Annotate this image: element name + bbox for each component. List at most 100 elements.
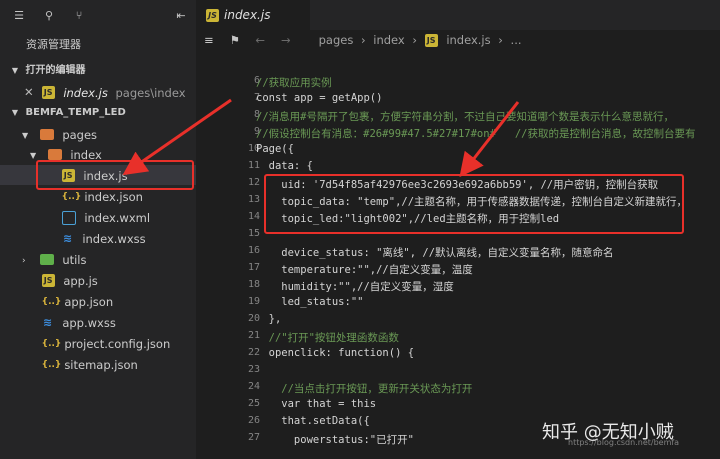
code-line: //获取应用实例 [256, 77, 332, 89]
code-line: const app = getApp() [256, 92, 383, 104]
json-file-icon: {..} [41, 359, 62, 370]
line-number: 11 [247, 160, 260, 171]
line-number: 21 [247, 330, 260, 341]
line-number: 10 [247, 143, 260, 154]
close-icon[interactable]: ✕ [24, 82, 38, 102]
tree-item-label: index.wxml [84, 210, 151, 225]
highlight-box-file [36, 160, 194, 190]
tree-item-label: app.js [63, 273, 98, 288]
chevron-right-icon: › [498, 33, 503, 47]
code-editor: JS index.js ≡ ⚑ ← → pages › index › JS i… [196, 0, 720, 459]
line-number: 9 [253, 126, 260, 137]
code-line: device_status: "离线", //默认离线，自定义变量名称，随意命名 [256, 247, 614, 259]
tree-item-project-config[interactable]: {..} project.config.json [0, 333, 196, 353]
wxss-file-icon: ≋ [63, 231, 73, 245]
code-line: //假设控制台有消息：#26#99#47.5#27#17#on# //获取的是控… [256, 128, 696, 140]
tree-item-label: app.json [64, 294, 114, 309]
code-line: //"打开"按钮处理函数函数 [256, 332, 399, 344]
chevron-right-icon: › [22, 256, 26, 266]
source-control-icon[interactable]: ⑂ [70, 6, 88, 24]
breadcrumb-more[interactable]: ... [511, 33, 522, 47]
code-line: openclick: function() { [256, 347, 415, 359]
tree-item-pages[interactable]: ▼ pages [0, 124, 196, 144]
json-file-icon: {..} [41, 338, 62, 349]
tab-label: index.js [224, 8, 271, 22]
line-number: 19 [247, 296, 260, 307]
folder-icon [39, 254, 54, 265]
tree-item-label: app.wxss [62, 315, 116, 330]
tree-item-label: utils [62, 252, 87, 267]
collapse-panel-icon[interactable]: ⇤ [172, 6, 190, 24]
sidebar-toolbar: ☰ ⚲ ⑂ [10, 6, 88, 24]
json-file-icon: {..} [41, 296, 62, 307]
line-number: 7 [253, 92, 260, 103]
forward-icon[interactable]: → [281, 30, 299, 50]
chevron-right-icon: › [361, 33, 366, 47]
folder-open-icon [47, 149, 62, 160]
code-line: data: { [256, 160, 313, 172]
breadcrumb-pages[interactable]: pages [319, 33, 354, 47]
breadcrumb: ≡ ⚑ ← → pages › index › JS index.js › ..… [196, 30, 720, 50]
line-number: 12 [247, 177, 260, 188]
open-editors-label: 打开的编辑器 [25, 65, 86, 76]
line-number: 6 [253, 75, 260, 86]
line-number: 8 [253, 109, 260, 120]
open-editor-path: pages\index [115, 85, 186, 100]
line-number: 13 [247, 194, 260, 205]
chevron-down-icon: ▼ [11, 108, 19, 117]
tree-item-sitemap[interactable]: {..} sitemap.json [0, 354, 196, 374]
tab-index-js[interactable]: JS index.js [196, 0, 310, 30]
tree-item-app-js[interactable]: JS app.js [0, 270, 196, 290]
wxml-file-icon [61, 210, 76, 225]
line-number: 23 [247, 364, 260, 375]
tree-item-utils[interactable]: › utils [0, 249, 196, 269]
tree-item-label: pages [62, 127, 98, 142]
line-number: 26 [247, 415, 260, 426]
breadcrumb-file[interactable]: index.js [446, 33, 490, 47]
line-number: 22 [247, 347, 260, 358]
code-line: var that = this [256, 398, 377, 410]
code-line: led_status:"" [256, 296, 364, 308]
line-number: 17 [247, 262, 260, 273]
open-editor-item[interactable]: ✕ JS index.js pages\index [0, 82, 196, 102]
breadcrumb-index[interactable]: index [373, 33, 404, 47]
wxss-file-icon: ≋ [43, 315, 53, 329]
code-line: that.setData({ [256, 415, 370, 427]
tree-item-label: index.wxss [82, 231, 146, 246]
open-editors-section[interactable]: ▼ 打开的编辑器 [0, 62, 196, 80]
chevron-right-icon: › [412, 33, 417, 47]
tree-item-label: project.config.json [64, 336, 171, 351]
line-number: 15 [247, 228, 260, 239]
project-section[interactable]: ▼ BEMFA_TEMP_LED [0, 104, 196, 122]
js-file-icon: JS [206, 8, 219, 22]
code-line: //消息用#号隔开了包裹，方便字符串分割，不过自己要知道哪个数是表示什么意思就行… [256, 111, 674, 123]
code-line: }, [256, 313, 282, 325]
highlight-box-code [264, 174, 684, 234]
tree-item-index-wxml[interactable]: index.wxml [0, 207, 196, 227]
explorer-title: 资源管理器 [26, 38, 81, 51]
line-number: 16 [247, 245, 260, 256]
open-editor-name: index.js [63, 85, 108, 100]
chevron-down-icon: ▼ [11, 66, 19, 75]
tree-item-app-wxss[interactable]: ≋ app.wxss [0, 312, 196, 332]
back-icon[interactable]: ← [255, 30, 273, 50]
code-line: humidity:"",//自定义变量，湿度 [256, 281, 454, 293]
tree-item-label: sitemap.json [64, 357, 138, 372]
line-number: 24 [247, 381, 260, 392]
search-icon[interactable]: ⚲ [40, 6, 58, 24]
project-name: BEMFA_TEMP_LED [25, 107, 126, 118]
js-file-icon: JS [41, 274, 55, 287]
list-icon[interactable]: ≡ [204, 30, 220, 50]
line-number: 25 [247, 398, 260, 409]
menu-icon[interactable]: ☰ [10, 6, 28, 24]
chevron-down-icon: ▼ [22, 131, 29, 140]
tree-item-app-json[interactable]: {..} app.json [0, 291, 196, 311]
line-number: 20 [247, 313, 260, 324]
bookmark-icon[interactable]: ⚑ [230, 30, 246, 50]
line-number: 27 [247, 432, 260, 443]
code-line: powerstatus:"已打开" [256, 434, 414, 446]
line-number: 14 [247, 211, 260, 222]
code-line: Page({ [256, 143, 294, 155]
tree-item-index-wxss[interactable]: ≋ index.wxss [0, 228, 196, 248]
code-line: temperature:"",//自定义变量，温度 [256, 264, 473, 276]
